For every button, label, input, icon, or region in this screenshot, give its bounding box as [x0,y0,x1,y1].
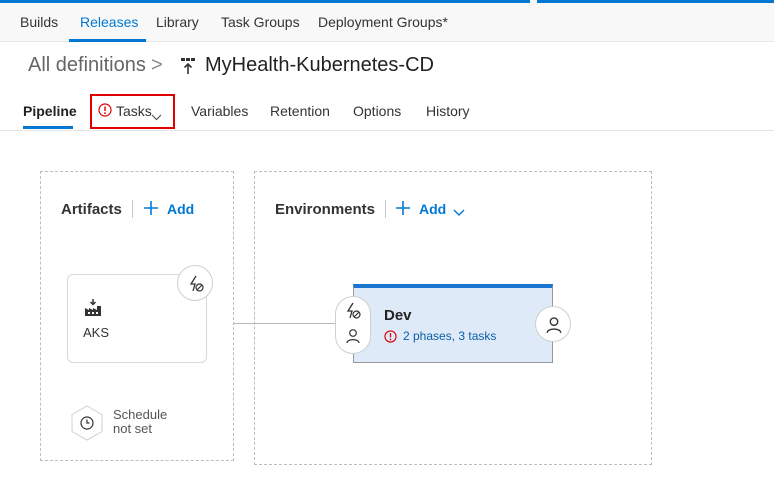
plus-icon[interactable] [143,200,159,216]
nav-library[interactable]: Library [156,14,199,30]
top-accent-bar-right [537,0,774,3]
nav-task-groups[interactable]: Task Groups [221,14,300,30]
tabs-divider [0,130,774,131]
release-definition-icon [180,57,196,75]
schedule-label[interactable]: Schedule not set [113,408,193,436]
page-title: MyHealth-Kubernetes-CD [205,54,434,76]
breadcrumb-separator: > [151,54,163,76]
tab-pipeline[interactable]: Pipeline [23,103,77,119]
add-environment-button[interactable]: Add [419,201,446,217]
environments-title: Environments [275,201,376,218]
schedule-line-2: not set [113,421,153,436]
tab-retention[interactable]: Retention [270,103,330,119]
chevron-down-icon[interactable] [453,204,465,216]
nav-active-underline [69,39,146,42]
top-nav: Builds Releases Library Task Groups Depl… [0,0,774,42]
environments-title-divider [385,200,386,218]
artifacts-title-divider [132,200,133,218]
nav-deployment-groups[interactable]: Deployment Groups* [318,14,448,30]
tab-tasks[interactable]: Tasks [116,103,152,119]
tab-history[interactable]: History [426,103,470,119]
nav-releases[interactable]: Releases [80,14,138,30]
top-accent-bar [0,0,530,3]
person-icon[interactable] [345,328,361,344]
error-icon [384,330,397,343]
chevron-down-icon[interactable] [151,108,162,121]
post-deployment-approvers-button[interactable] [535,306,571,342]
artifact-name: AKS [83,325,110,340]
tab-active-underline [23,126,73,129]
breadcrumb-all-definitions[interactable]: All definitions [28,54,146,77]
plus-icon[interactable] [395,200,411,216]
tab-options[interactable]: Options [353,103,401,119]
build-artifact-icon [83,298,103,318]
tab-variables[interactable]: Variables [191,103,248,119]
schedule-line-1: Schedule [113,407,168,422]
environment-status-link[interactable]: 2 phases, 3 tasks [403,329,496,343]
environment-card-dev[interactable] [353,284,553,363]
schedule-button[interactable] [70,405,104,441]
environment-name: Dev [384,307,412,324]
error-icon [98,103,112,117]
continuous-deployment-trigger-button[interactable] [177,265,213,301]
lightning-icon[interactable] [344,302,362,320]
add-artifact-button[interactable]: Add [167,201,194,217]
artifacts-title: Artifacts [61,201,122,218]
nav-builds[interactable]: Builds [20,14,58,30]
